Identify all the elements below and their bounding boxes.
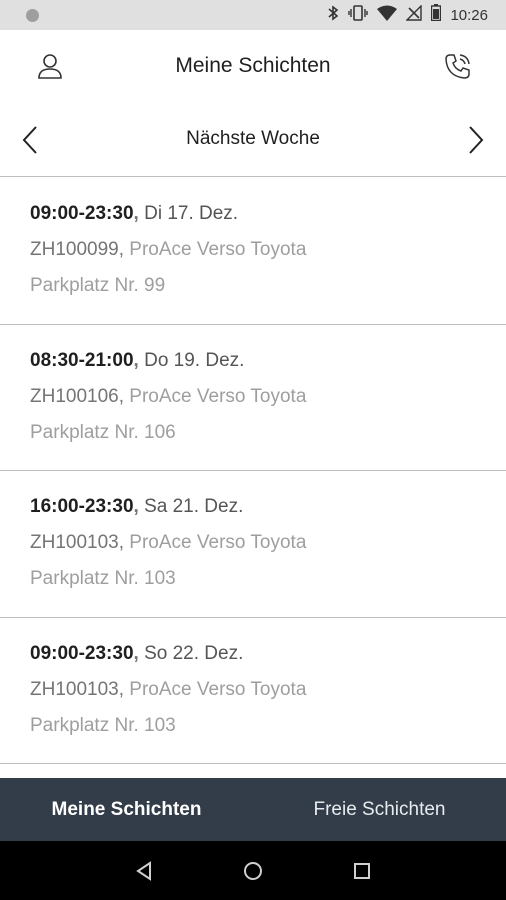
app-header: Meine Schichten <box>0 30 506 102</box>
shift-plate: ZH100103 <box>30 532 119 553</box>
shift-date: Do 19. Dez. <box>144 349 245 371</box>
shift-vehicle: ProAce Verso Toyota <box>129 678 307 700</box>
shift-plate: ZH100103 <box>30 678 119 700</box>
shift-time: 08:30-21:00 <box>30 349 134 371</box>
shift-item[interactable]: 08:30-21:00, Do 19. Dez. ZH100106, ProAc… <box>0 325 506 471</box>
shift-parking: Parkplatz Nr. 99 <box>30 275 166 296</box>
chevron-left-icon[interactable] <box>12 122 48 158</box>
back-icon[interactable] <box>124 851 164 891</box>
week-navigation: Nächste Woche <box>0 102 506 177</box>
page-title: Meine Schichten <box>175 54 331 77</box>
shift-vehicle: ProAce Verso Toyota <box>129 239 307 260</box>
shift-parking: Parkplatz Nr. 103 <box>30 568 176 589</box>
bluetooth-icon <box>327 4 339 26</box>
phone-call-icon[interactable] <box>440 48 476 84</box>
chevron-right-icon[interactable] <box>458 122 494 158</box>
shift-item[interactable]: 09:00-23:30, Di 17. Dez. ZH100099, ProAc… <box>0 178 506 325</box>
shift-parking: Parkplatz Nr. 106 <box>30 421 176 443</box>
shift-list: 09:00-23:30, Di 17. Dez. ZH100099, ProAc… <box>0 178 506 764</box>
shift-plate: ZH100099 <box>30 239 119 260</box>
battery-icon <box>431 4 442 26</box>
shift-date: So 22. Dez. <box>144 642 244 664</box>
vibrate-icon <box>348 4 369 26</box>
shift-time: 16:00-23:30 <box>30 496 134 517</box>
shift-date: Sa 21. Dez. <box>144 496 244 517</box>
recents-icon[interactable] <box>342 851 382 891</box>
system-navigation-bar <box>0 841 506 900</box>
tab-meine-schichten[interactable]: Meine Schichten <box>0 778 253 841</box>
shift-parking: Parkplatz Nr. 103 <box>30 714 176 736</box>
bottom-navigation: Meine Schichten Freie Schichten <box>0 778 506 841</box>
clock: 10:26 <box>450 6 488 24</box>
status-icons: 10:26 <box>327 3 488 26</box>
no-signal-icon <box>405 3 423 26</box>
wifi-icon <box>377 5 398 26</box>
shift-date: Di 17. Dez. <box>144 203 239 224</box>
shift-plate: ZH100106 <box>30 385 119 407</box>
profile-icon[interactable] <box>32 48 68 84</box>
shift-item[interactable]: 16:00-23:30, Sa 21. Dez. ZH100103, ProAc… <box>0 471 506 618</box>
shift-vehicle: ProAce Verso Toyota <box>129 385 307 407</box>
home-icon[interactable] <box>233 851 273 891</box>
tab-freie-schichten[interactable]: Freie Schichten <box>253 778 506 841</box>
notification-dot <box>26 8 39 22</box>
shift-time: 09:00-23:30 <box>30 642 134 664</box>
shift-time: 09:00-23:30 <box>30 203 134 224</box>
status-bar: 10:26 <box>0 0 506 30</box>
week-label: Nächste Woche <box>186 128 320 149</box>
shift-item[interactable]: 09:00-23:30, So 22. Dez. ZH100103, ProAc… <box>0 618 506 764</box>
shift-vehicle: ProAce Verso Toyota <box>129 532 307 553</box>
